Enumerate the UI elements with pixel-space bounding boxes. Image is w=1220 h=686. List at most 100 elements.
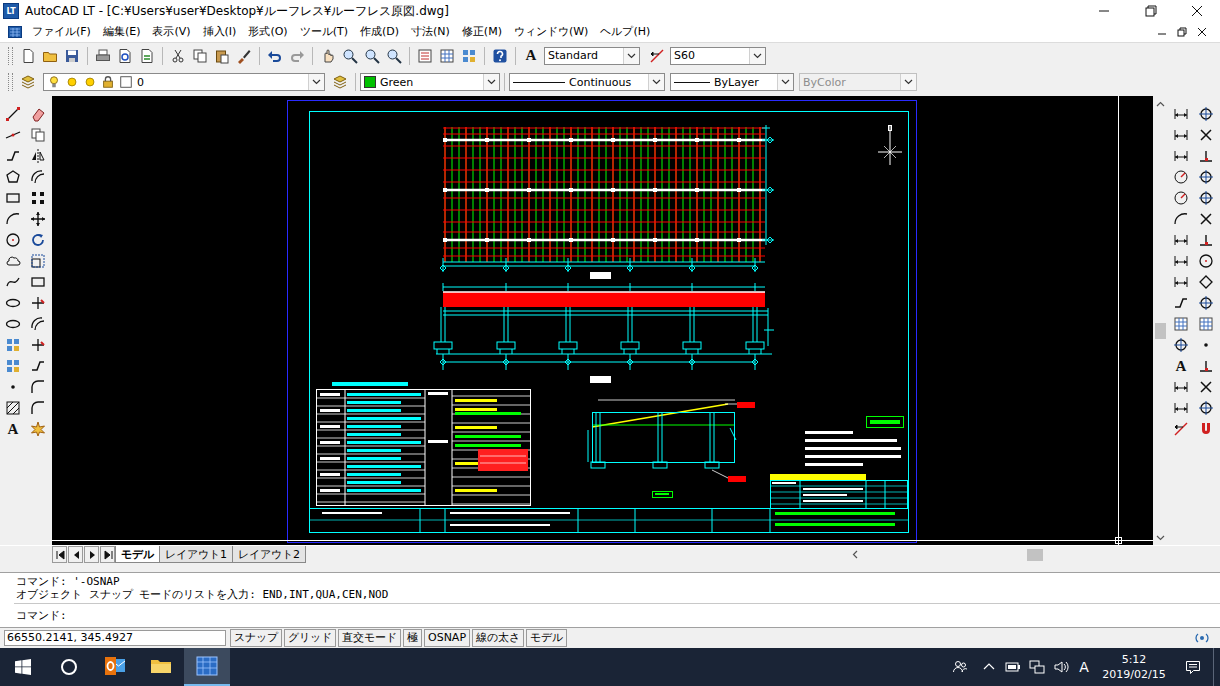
mirror-button[interactable]: [28, 146, 48, 166]
layout-tab[interactable]: レイアウト2: [232, 546, 306, 563]
text-tool-button[interactable]: A: [520, 45, 542, 67]
snap-button[interactable]: [1196, 167, 1216, 187]
hatch-button[interactable]: [3, 398, 23, 418]
grid-button[interactable]: [436, 45, 458, 67]
dimstyle-button[interactable]: [1171, 419, 1191, 439]
zoom-button[interactable]: [361, 45, 383, 67]
paste-button[interactable]: [211, 45, 233, 67]
clock[interactable]: 5:122019/02/15: [1095, 648, 1173, 686]
pline-button[interactable]: [28, 356, 48, 376]
publish-button[interactable]: [136, 45, 158, 67]
help-button[interactable]: [489, 45, 511, 67]
menu-item[interactable]: 挿入(I): [197, 23, 243, 41]
menu-item[interactable]: 編集(E): [97, 23, 147, 41]
scroll-thumb[interactable]: [1027, 549, 1043, 561]
menu-item[interactable]: 寸法(N): [405, 23, 456, 41]
dim-button[interactable]: [1171, 230, 1191, 250]
prev-tab-button[interactable]: [68, 546, 83, 563]
dropdown-button[interactable]: [648, 74, 664, 90]
dim-button[interactable]: [1171, 104, 1191, 124]
people-button[interactable]: [943, 648, 977, 686]
trim-button[interactable]: [28, 335, 48, 355]
zoom-button[interactable]: [383, 45, 405, 67]
print-button[interactable]: [92, 45, 114, 67]
arc-button[interactable]: [1171, 209, 1191, 229]
linetype-dropdown[interactable]: Continuous: [509, 73, 665, 91]
snap-button[interactable]: [1171, 335, 1191, 355]
explorer-taskbar-app[interactable]: [138, 648, 184, 686]
status-toggle-button[interactable]: 直交モード: [338, 629, 401, 647]
color-dropdown[interactable]: Green: [360, 73, 500, 91]
mdi-restore-button[interactable]: [1172, 24, 1192, 40]
battery-button[interactable]: [1001, 648, 1025, 686]
vertical-scrollbar[interactable]: [1153, 96, 1168, 545]
dim-button[interactable]: [1171, 272, 1191, 292]
restore-button[interactable]: [1128, 0, 1174, 22]
snapd-button[interactable]: [1196, 272, 1216, 292]
fillet-button[interactable]: [28, 377, 48, 397]
status-toggle-button[interactable]: 極: [403, 629, 422, 647]
folder-button[interactable]: [39, 45, 61, 67]
point-button[interactable]: [3, 377, 23, 397]
dropdown-button[interactable]: [483, 74, 499, 90]
close-button[interactable]: [1174, 0, 1220, 22]
block-button[interactable]: [458, 45, 480, 67]
show-desktop-button[interactable]: [1213, 648, 1220, 686]
block-button[interactable]: [3, 335, 23, 355]
minimize-button[interactable]: [1082, 0, 1128, 22]
dim-button[interactable]: [1171, 125, 1191, 145]
snap-button[interactable]: [1196, 398, 1216, 418]
volume-button[interactable]: [1049, 648, 1073, 686]
menu-item[interactable]: 作成(D): [354, 23, 405, 41]
circle-button[interactable]: [3, 230, 23, 250]
start-button[interactable]: [0, 648, 46, 686]
dimstyle-button[interactable]: [646, 45, 668, 67]
dimr-button[interactable]: [1171, 167, 1191, 187]
status-toggle-button[interactable]: 線の太さ: [472, 629, 524, 647]
point-button[interactable]: [1196, 335, 1216, 355]
outlook-taskbar-app[interactable]: [92, 648, 138, 686]
ellipse-button[interactable]: [3, 314, 23, 334]
dim-button[interactable]: [1171, 377, 1191, 397]
snapt-button[interactable]: [1196, 146, 1216, 166]
menu-item[interactable]: 修正(M): [456, 23, 508, 41]
dropdown-button[interactable]: [308, 74, 324, 90]
layer-dropdown[interactable]: 0: [43, 73, 325, 91]
layout-tab[interactable]: レイアウト1: [159, 546, 233, 563]
fillet-button[interactable]: [28, 398, 48, 418]
line-button[interactable]: [3, 104, 23, 124]
trim-button[interactable]: [28, 293, 48, 313]
mdi-close-button[interactable]: [1192, 24, 1212, 40]
command-line[interactable]: コマンド:: [14, 603, 1220, 627]
dim-style-dropdown[interactable]: S60: [670, 47, 766, 65]
status-toggle-button[interactable]: グリッド: [284, 629, 336, 647]
array-button[interactable]: [28, 188, 48, 208]
communication-center-button[interactable]: [1188, 630, 1216, 646]
menu-item[interactable]: 表示(V): [146, 23, 196, 41]
scroll-thumb[interactable]: [1155, 323, 1166, 339]
autocad-taskbar-app[interactable]: [184, 648, 230, 686]
layout-tab[interactable]: モデル: [115, 546, 160, 563]
network-button[interactable]: [1025, 648, 1049, 686]
rotate-button[interactable]: [28, 230, 48, 250]
mdi-minimize-button[interactable]: [1152, 24, 1172, 40]
explode-button[interactable]: [28, 419, 48, 439]
menu-item[interactable]: ヘルプ(H): [594, 23, 656, 41]
first-tab-button[interactable]: [52, 546, 67, 563]
layers-button[interactable]: [17, 71, 39, 93]
text-tool-button[interactable]: A: [3, 419, 23, 439]
magnet-button[interactable]: [1196, 419, 1216, 439]
circle-button[interactable]: [1196, 251, 1216, 271]
snapx-button[interactable]: [1196, 209, 1216, 229]
drawing-canvas[interactable]: [52, 96, 1153, 545]
rect-button[interactable]: [3, 188, 23, 208]
pline-button[interactable]: [3, 146, 23, 166]
dropdown-button[interactable]: [749, 48, 765, 64]
rect-button[interactable]: [28, 272, 48, 292]
props-button[interactable]: [414, 45, 436, 67]
snapx-button[interactable]: [1196, 125, 1216, 145]
copy-button[interactable]: [28, 125, 48, 145]
status-toggle-button[interactable]: OSNAP: [424, 629, 470, 647]
snapx-button[interactable]: [1196, 377, 1216, 397]
arc-button[interactable]: [3, 209, 23, 229]
